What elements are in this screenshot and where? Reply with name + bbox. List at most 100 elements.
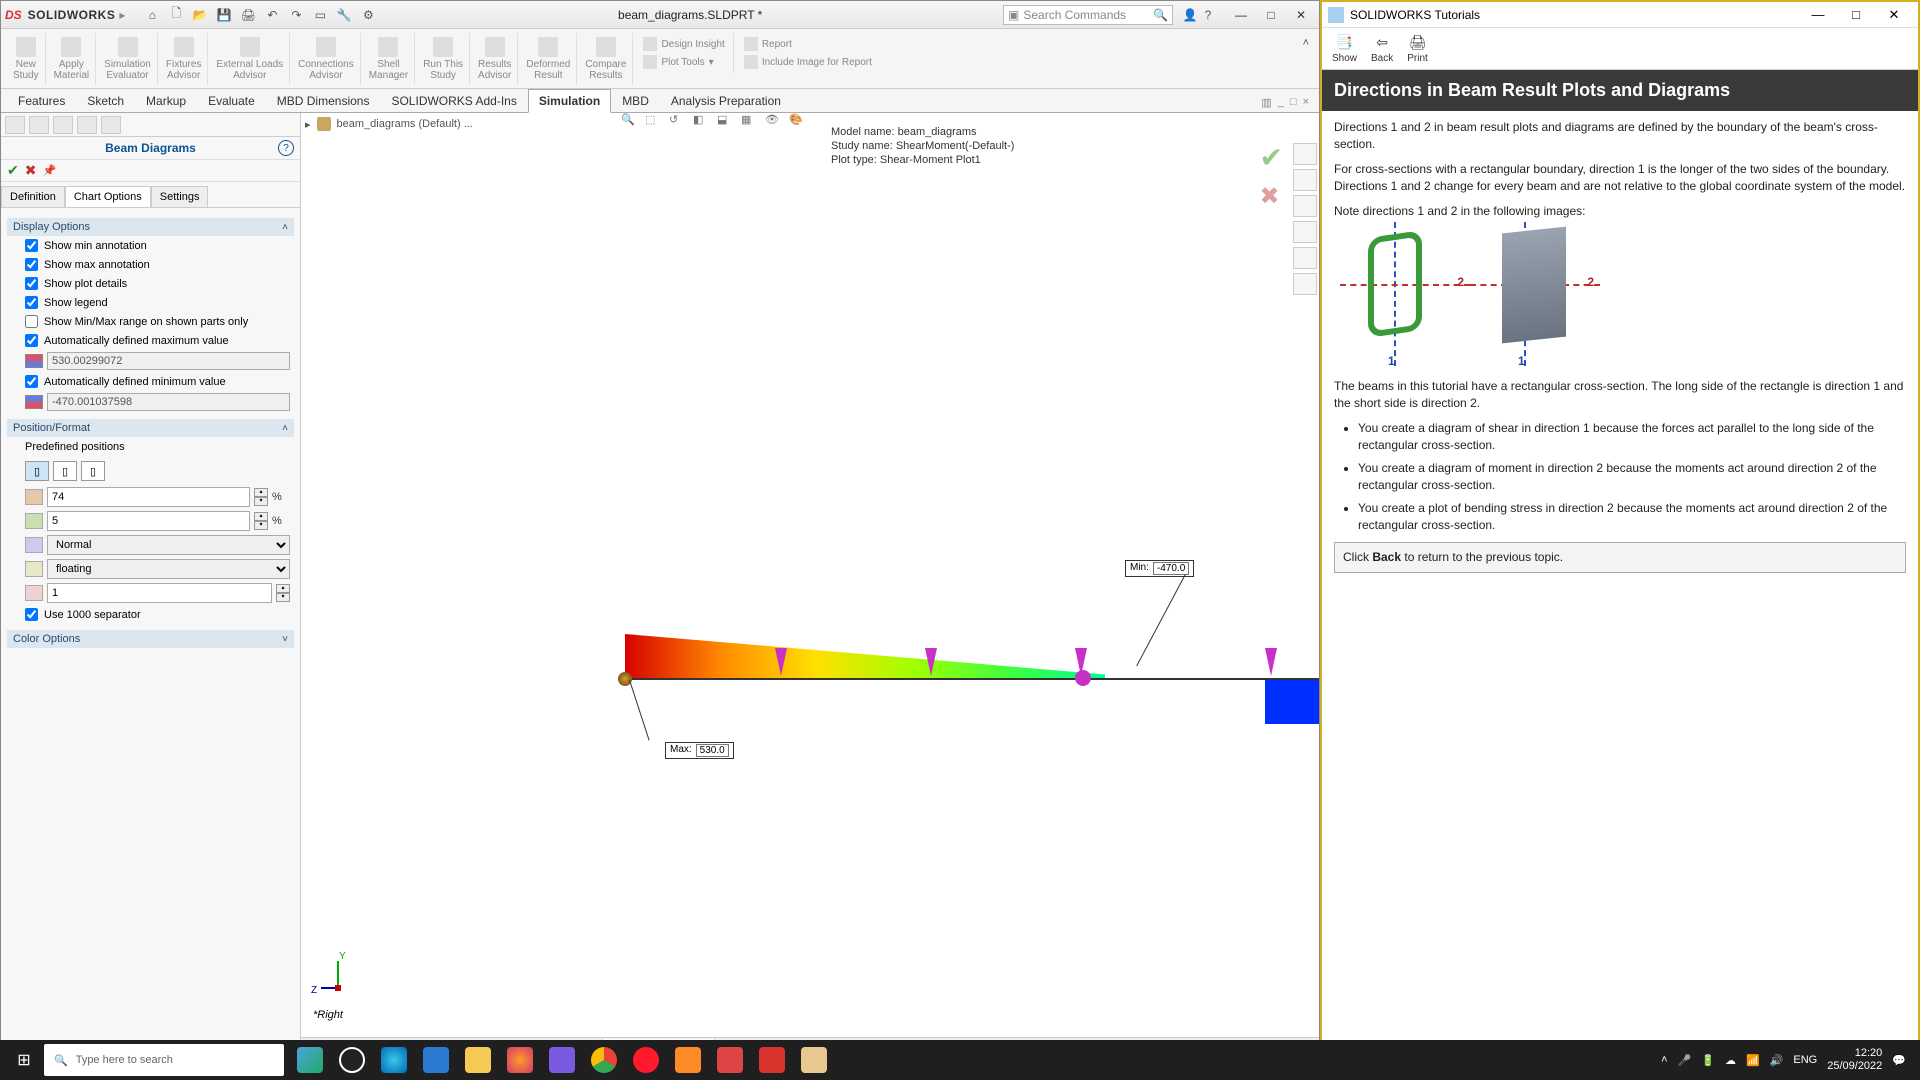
zoom-fit-icon[interactable]: 🔍	[621, 113, 639, 131]
tray-onedrive-icon[interactable]: ☁	[1725, 1054, 1736, 1067]
property-mgr-icon[interactable]	[29, 116, 49, 134]
file-explorer-icon[interactable]	[1293, 195, 1317, 217]
window-min-icon[interactable]: _	[1278, 96, 1284, 109]
tab-sketch[interactable]: Sketch	[76, 89, 135, 112]
view-palette-icon[interactable]	[1293, 221, 1317, 243]
include-image-button[interactable]: Include Image for Report	[744, 55, 872, 69]
design-library-icon[interactable]	[1293, 169, 1317, 191]
subtab-definition[interactable]: Definition	[1, 186, 65, 207]
vert-pos-input[interactable]	[47, 511, 250, 531]
display-mgr-icon[interactable]	[101, 116, 121, 134]
tab-evaluate[interactable]: Evaluate	[197, 89, 266, 112]
tray-notifications-icon[interactable]: 💬	[1892, 1054, 1906, 1067]
results-advisor-button[interactable]: ResultsAdvisor	[472, 33, 518, 85]
maximize-button[interactable]: □	[1257, 5, 1285, 25]
print-icon[interactable]: 🖨	[239, 6, 257, 24]
chk-show-details[interactable]	[25, 277, 38, 290]
chk-show-max[interactable]	[25, 258, 38, 271]
minimize-button[interactable]: —	[1227, 5, 1255, 25]
undo-icon[interactable]: ↶	[263, 6, 281, 24]
collapse-ribbon-icon[interactable]: ˄	[1299, 33, 1313, 53]
connections-advisor-button[interactable]: ConnectionsAdvisor	[292, 33, 361, 85]
group-color-options[interactable]: Color Options˅	[7, 630, 294, 648]
tab-mbd-dimensions[interactable]: MBD Dimensions	[266, 89, 381, 112]
tray-mic-icon[interactable]: 🎤	[1678, 1054, 1692, 1067]
tab-addins[interactable]: SOLIDWORKS Add-Ins	[380, 89, 527, 112]
tree-root[interactable]: beam_diagrams (Default) ...	[337, 118, 473, 130]
taskbar-app-solidworks[interactable]	[752, 1040, 792, 1080]
tree-expand-icon[interactable]: ▸	[305, 118, 311, 131]
window-split-icon[interactable]: ▥	[1261, 96, 1271, 109]
close-button[interactable]: ✕	[1287, 5, 1315, 25]
chk-auto-min[interactable]	[25, 375, 38, 388]
user-icon[interactable]: 👤	[1181, 6, 1199, 24]
tut-back-button[interactable]: ⇦Back	[1371, 34, 1393, 64]
appearance-icon[interactable]: 🎨	[789, 113, 807, 131]
plot-tools-button[interactable]: Plot Tools▾	[643, 55, 724, 69]
search-commands-input[interactable]: ▣ Search Commands 🔍	[1003, 5, 1173, 25]
view-orient-icon[interactable]: ⬓	[717, 113, 735, 131]
tut-close-button[interactable]: ✕	[1876, 4, 1912, 26]
tray-lang[interactable]: ENG	[1793, 1054, 1817, 1066]
feature-tree-icon[interactable]	[5, 116, 25, 134]
options-icon[interactable]: ⚙	[359, 6, 377, 24]
number-format-select[interactable]: Normal	[47, 535, 290, 555]
window-close-icon[interactable]: ×	[1303, 96, 1309, 109]
accept-button[interactable]: ✔	[7, 162, 19, 179]
config-mgr-icon[interactable]	[53, 116, 73, 134]
open-icon[interactable]: 📂	[191, 6, 209, 24]
taskbar-app-paint[interactable]	[794, 1040, 834, 1080]
pos-center-button[interactable]: ▯	[53, 461, 77, 481]
tray-chevron-icon[interactable]: ˄	[1661, 1054, 1667, 1066]
resources-icon[interactable]	[1293, 143, 1317, 165]
cancel-button[interactable]: ✖	[25, 162, 37, 179]
rebuild-icon[interactable]: 🔧	[335, 6, 353, 24]
help-icon[interactable]: ?	[1199, 6, 1217, 24]
group-position-format[interactable]: Position/Format˄	[7, 419, 294, 437]
tut-print-button[interactable]: 🖨Print	[1407, 34, 1428, 64]
graphics-viewport[interactable]: ▸ beam_diagrams (Default) ... 🔍 ⬚ ↺ ◧ ⬓ …	[301, 113, 1319, 1059]
taskbar-app-edge[interactable]	[374, 1040, 414, 1080]
subtab-settings[interactable]: Settings	[151, 186, 209, 207]
panel-help-icon[interactable]: ?	[278, 140, 294, 156]
save-icon[interactable]: 💾	[215, 6, 233, 24]
tab-mbd[interactable]: MBD	[611, 89, 660, 112]
display-style-icon[interactable]: ▦	[741, 113, 759, 131]
design-insight-button[interactable]: Design Insight	[643, 37, 724, 51]
tray-battery-icon[interactable]: 🔋	[1701, 1054, 1715, 1067]
appearances-icon[interactable]	[1293, 247, 1317, 269]
chk-show-legend[interactable]	[25, 296, 38, 309]
back-link[interactable]: Back	[1372, 550, 1401, 564]
pin-icon[interactable]: 📌	[42, 164, 56, 177]
chk-thousand-sep[interactable]	[25, 608, 38, 621]
compare-results-button[interactable]: CompareResults	[579, 33, 633, 85]
simulation-evaluator-button[interactable]: SimulationEvaluator	[98, 33, 158, 85]
dimxpert-icon[interactable]	[77, 116, 97, 134]
taskbar-app-store[interactable]	[710, 1040, 750, 1080]
view-triad[interactable]: YZ	[317, 955, 365, 1003]
tut-maximize-button[interactable]: □	[1838, 4, 1874, 26]
decimals-input[interactable]	[47, 583, 272, 603]
custom-props-icon[interactable]	[1293, 273, 1317, 295]
taskbar-app-mail[interactable]	[416, 1040, 456, 1080]
select-icon[interactable]: ▭	[311, 6, 329, 24]
pos-left-button[interactable]: ▯	[25, 461, 49, 481]
tray-wifi-icon[interactable]: 📶	[1746, 1054, 1760, 1067]
chk-show-min[interactable]	[25, 239, 38, 252]
reject-study-icon[interactable]: ✖	[1260, 182, 1283, 211]
float-select[interactable]: floating	[47, 559, 290, 579]
run-study-button[interactable]: Run ThisStudy	[417, 33, 470, 85]
tut-show-button[interactable]: 📑Show	[1332, 34, 1357, 64]
apply-material-button[interactable]: ApplyMaterial	[48, 33, 97, 85]
tab-markup[interactable]: Markup	[135, 89, 197, 112]
taskbar-app-firefox[interactable]	[500, 1040, 540, 1080]
section-view-icon[interactable]: ◧	[693, 113, 711, 131]
taskbar-app-chrome[interactable]	[584, 1040, 624, 1080]
hide-show-icon[interactable]: 👁	[765, 113, 783, 131]
window-max-icon[interactable]: □	[1290, 96, 1297, 109]
tray-clock[interactable]: 12:2025/09/2022	[1827, 1047, 1882, 1073]
redo-icon[interactable]: ↷	[287, 6, 305, 24]
taskbar-search[interactable]: 🔍Type here to search	[44, 1044, 284, 1076]
report-button[interactable]: Report	[744, 37, 872, 51]
home-icon[interactable]: ⌂	[143, 6, 161, 24]
